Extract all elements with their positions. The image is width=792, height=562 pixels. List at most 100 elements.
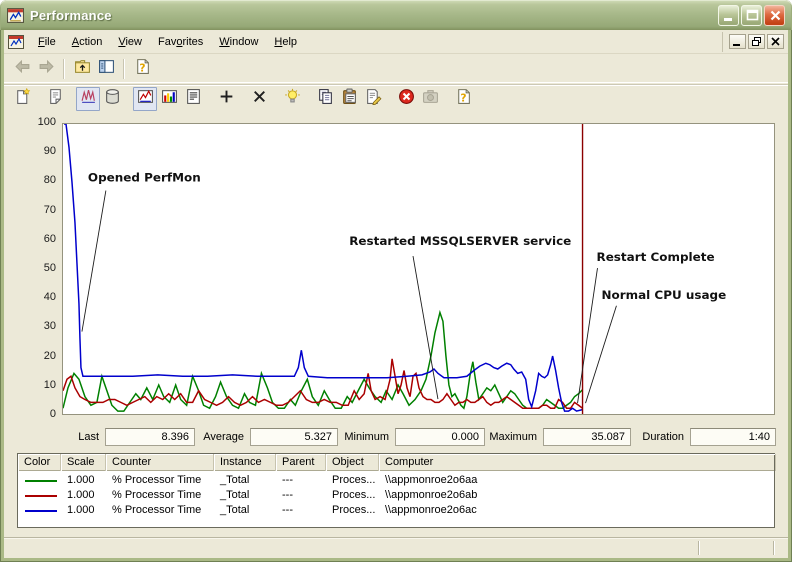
delete-counter-button[interactable]	[247, 87, 271, 111]
performance-window: Performance File Action View Favorites Windo…	[0, 0, 792, 562]
view-graph-icon	[137, 88, 154, 110]
menu-action[interactable]: Action	[64, 32, 111, 51]
freeze-display-button[interactable]	[394, 87, 418, 111]
title-bar[interactable]: Performance	[0, 0, 792, 30]
highlight-button[interactable]	[280, 87, 304, 111]
legend-column-counter[interactable]: Counter	[106, 454, 214, 471]
legend-cell-scale: 1.000	[67, 504, 95, 516]
legend-cell-parent: ---	[282, 504, 293, 516]
clear-display-button[interactable]	[43, 87, 67, 111]
new-counter-set-button[interactable]	[10, 87, 34, 111]
view-histogram-button[interactable]	[157, 87, 181, 111]
legend-row[interactable]: 1.000 % Processor Time _Total --- Proces... \…	[18, 503, 776, 518]
legend-cell-instance: _Total	[220, 474, 250, 486]
y-tick-label: 70	[43, 203, 56, 216]
legend-cell-parent: ---	[282, 489, 293, 501]
child-close-button[interactable]	[767, 34, 784, 49]
annotation-label: Restart Complete	[596, 250, 714, 264]
y-tick-label: 90	[43, 145, 56, 158]
annotation-pointer-line	[81, 190, 107, 332]
help-doc-icon: ?	[455, 88, 472, 110]
legend-column-color[interactable]: Color	[18, 454, 61, 471]
counter-color-swatch	[25, 495, 57, 497]
copy-properties-button[interactable]	[313, 87, 337, 111]
legend-column-instance[interactable]: Instance	[214, 454, 276, 471]
status-bar-divider	[773, 541, 775, 555]
legend-cell-object: Proces...	[332, 489, 376, 501]
y-tick-label: 80	[43, 174, 56, 187]
toolbar-separator	[63, 58, 65, 79]
child-minimize-button[interactable]	[729, 34, 746, 49]
new-counter-set-icon	[14, 87, 31, 110]
svg-text:?: ?	[139, 61, 145, 74]
menu-help[interactable]: Help	[266, 32, 305, 51]
standard-toolbar: ?	[4, 55, 788, 83]
status-bar	[4, 537, 788, 558]
legend-column-object[interactable]: Object	[326, 454, 379, 471]
legend-column-scale[interactable]: Scale	[61, 454, 106, 471]
menu-bar: File Action View Favorites Window Help	[4, 30, 788, 54]
y-tick-label: 60	[43, 232, 56, 245]
properties-icon	[365, 88, 382, 110]
view-current-activity-button[interactable]	[76, 86, 100, 111]
legend-header: Color Scale Counter Instance Parent Object Com…	[18, 454, 776, 471]
add-counter-icon	[218, 88, 235, 110]
child-restore-icon	[752, 37, 761, 46]
legend-cell-parent: ---	[282, 474, 293, 486]
paste-counter-list-icon	[341, 88, 358, 110]
menu-view[interactable]: View	[110, 32, 150, 51]
show-hide-console-tree-icon	[98, 58, 115, 80]
legend-column-parent[interactable]: Parent	[276, 454, 326, 471]
chart-plot-area: Opened PerfMon Restarted MSSQLSERVER serv…	[62, 123, 775, 415]
freeze-display-icon	[398, 88, 415, 110]
legend-column-computer[interactable]: Computer	[379, 454, 776, 471]
legend-cell-object: Proces...	[332, 504, 376, 516]
y-tick-label: 20	[43, 349, 56, 362]
view-graph-button[interactable]	[133, 86, 157, 111]
child-close-icon	[771, 37, 780, 46]
stat-value-duration: 1:40	[690, 428, 776, 446]
minimize-button[interactable]	[718, 4, 739, 26]
y-tick-label: 50	[43, 262, 56, 274]
legend-row[interactable]: 1.000 % Processor Time _Total --- Proces... \…	[18, 488, 776, 503]
add-counter-button[interactable]	[214, 87, 238, 111]
view-histogram-icon	[161, 88, 178, 110]
performance-app-icon	[7, 7, 24, 24]
show-hide-console-tree-button[interactable]	[94, 57, 118, 81]
annotation-label: Opened PerfMon	[88, 171, 201, 185]
view-log-data-icon	[104, 88, 121, 110]
menu-file[interactable]: File	[30, 32, 64, 51]
maximize-icon	[746, 9, 759, 20]
console-window-icon	[8, 34, 24, 50]
help-doc-button[interactable]: ?	[130, 57, 154, 81]
view-log-data-button[interactable]	[100, 87, 124, 111]
copy-properties-icon	[317, 88, 334, 110]
maximize-button[interactable]	[741, 4, 762, 26]
toolbar-separator	[123, 58, 125, 79]
help-doc-button[interactable]: ?	[451, 87, 475, 111]
stat-label-last: Last	[78, 431, 99, 443]
close-button[interactable]	[764, 4, 785, 26]
menu-window[interactable]: Window	[211, 32, 266, 51]
paste-counter-list-button[interactable]	[337, 87, 361, 111]
child-minimize-icon	[733, 44, 740, 46]
chart-line-2	[63, 124, 583, 412]
forward-arrow-button	[34, 57, 58, 81]
counter-color-swatch	[25, 480, 57, 482]
menu-favorites[interactable]: Favorites	[150, 32, 211, 51]
client-area: File Action View Favorites Window Help ? ? 10…	[4, 30, 788, 558]
y-tick-label: 0	[49, 408, 56, 420]
view-report-icon	[185, 88, 202, 110]
legend-row[interactable]: 1.000 % Processor Time _Total --- Proces... \…	[18, 473, 776, 488]
properties-button[interactable]	[361, 87, 385, 111]
legend-cell-computer: \\appmonroe2o6ac	[385, 504, 477, 516]
clear-display-icon	[47, 88, 64, 110]
legend-cell-instance: _Total	[220, 504, 250, 516]
highlight-icon	[284, 88, 301, 110]
up-one-level-button[interactable]	[70, 57, 94, 81]
delete-counter-icon	[251, 88, 268, 110]
legend-cell-instance: _Total	[220, 489, 250, 501]
child-restore-button[interactable]	[748, 34, 765, 49]
view-report-button[interactable]	[181, 87, 205, 111]
status-bar-divider	[698, 541, 700, 555]
